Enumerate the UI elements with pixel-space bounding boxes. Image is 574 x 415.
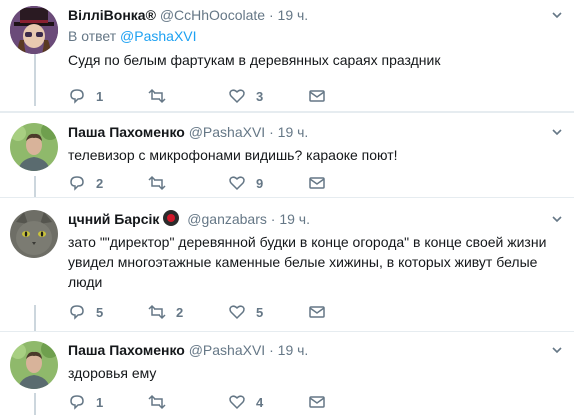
retweet-button[interactable] — [148, 173, 228, 193]
chevron-down-icon[interactable] — [550, 343, 564, 357]
chevron-down-icon[interactable] — [550, 212, 564, 226]
direct-message-button[interactable] — [308, 302, 388, 322]
separator-dot: · — [269, 124, 274, 140]
separator-dot: · — [269, 342, 274, 358]
timestamp[interactable]: 19 ч. — [278, 342, 309, 358]
reply-count: 2 — [96, 175, 104, 191]
tweet-actions: 5 2 5 — [68, 302, 388, 322]
tweet[interactable]: Паша Пахоменко @PashaXVI · 19 ч. телевиз… — [0, 112, 574, 198]
reply-count: 1 — [96, 88, 104, 104]
retweet-button[interactable] — [148, 86, 228, 106]
retweet-icon — [148, 175, 166, 191]
envelope-icon — [309, 177, 325, 189]
display-name[interactable]: Паша Пахоменко — [68, 124, 185, 140]
tweet-text: Судя по белым фартукам в деревянных сара… — [68, 52, 441, 68]
avatar[interactable] — [10, 341, 58, 389]
name-emoji: ® — [145, 7, 156, 23]
tweet-actions: 2 9 — [68, 173, 388, 193]
name-badge-icon — [163, 210, 180, 226]
direct-message-button[interactable] — [308, 173, 388, 193]
tweet-text: зато ""директор" деревянной будки в конц… — [68, 234, 547, 290]
display-name[interactable]: ВіллiВонка — [68, 7, 146, 23]
reply-button[interactable]: 1 — [68, 86, 148, 106]
tweet-header: Паша Пахоменко @PashaXVI · 19 ч. — [68, 123, 562, 141]
avatar[interactable] — [10, 210, 58, 258]
timestamp[interactable]: 19 ч. — [278, 124, 309, 140]
username[interactable]: @CcHhOocolate — [160, 7, 265, 23]
timestamp[interactable]: 19 ч. — [278, 7, 309, 23]
username[interactable]: @PashaXVI — [189, 124, 265, 140]
separator-dot: · — [268, 7, 274, 23]
timestamp[interactable]: 19 ч. — [279, 211, 310, 227]
retweet-count: 2 — [176, 304, 184, 320]
like-count: 9 — [256, 175, 264, 191]
direct-message-button[interactable] — [308, 86, 388, 106]
reply-icon — [70, 395, 84, 410]
reply-prefix: В ответ — [68, 28, 117, 44]
chevron-down-icon[interactable] — [550, 125, 564, 139]
chevron-down-icon[interactable] — [550, 8, 564, 22]
tweet-header: цчний Барсiк @ganzabars · 19 ч. — [68, 210, 562, 228]
tweet-text: телевизор с микрофонами видишь? караоке … — [68, 147, 398, 163]
heart-icon — [229, 89, 245, 104]
reply-button[interactable]: 2 — [68, 173, 148, 193]
heart-icon — [229, 176, 245, 191]
reply-button[interactable]: 1 — [68, 392, 148, 412]
reply-to-link[interactable]: @PashaXVI — [120, 28, 196, 44]
tweet[interactable]: цчний Барсiк @ganzabars · 19 ч. зато ""д… — [0, 198, 574, 332]
like-button[interactable]: 3 — [228, 86, 308, 106]
tweet-text: здоровья ему — [68, 365, 157, 381]
display-name[interactable]: цчний Барсiк — [68, 211, 159, 227]
reply-icon — [70, 89, 84, 104]
retweet-icon — [148, 304, 166, 320]
like-button[interactable]: 4 — [228, 392, 308, 412]
reply-button[interactable]: 5 — [68, 302, 148, 322]
retweet-button[interactable]: 2 — [148, 302, 228, 322]
display-name[interactable]: Паша Пахоменко — [68, 342, 185, 358]
retweet-button[interactable] — [148, 392, 228, 412]
tweet-actions: 1 3 — [68, 86, 388, 106]
tweet-actions: 1 4 — [68, 392, 388, 412]
envelope-icon — [309, 90, 325, 102]
heart-icon — [229, 305, 245, 320]
avatar[interactable] — [10, 123, 58, 171]
separator-dot: · — [270, 211, 276, 227]
tweet-header: Паша Пахоменко @PashaXVI · 19 ч. — [68, 341, 562, 359]
envelope-icon — [309, 306, 325, 318]
reply-icon — [70, 305, 84, 320]
retweet-icon — [148, 88, 166, 104]
heart-icon — [229, 395, 245, 410]
like-button[interactable]: 5 — [228, 302, 308, 322]
reply-count: 5 — [96, 304, 104, 320]
envelope-icon — [309, 396, 325, 408]
avatar[interactable] — [10, 6, 58, 54]
reply-count: 1 — [96, 394, 104, 410]
like-button[interactable]: 9 — [228, 173, 308, 193]
username[interactable]: @PashaXVI — [189, 342, 265, 358]
tweet-header: ВіллiВонка® @CcHhOocolate · 19 ч. — [68, 6, 562, 24]
reply-icon — [70, 176, 84, 191]
tweet[interactable]: Паша Пахоменко @PashaXVI · 19 ч. здоровь… — [0, 332, 574, 415]
retweet-icon — [148, 394, 166, 410]
like-count: 3 — [256, 88, 264, 104]
direct-message-button[interactable] — [308, 392, 388, 412]
like-count: 5 — [256, 304, 264, 320]
username[interactable]: @ganzabars — [187, 211, 267, 227]
like-count: 4 — [256, 394, 264, 410]
tweet[interactable]: ВіллiВонка® @CcHhOocolate · 19 ч. В отве… — [0, 0, 574, 112]
reply-context: В ответ @PashaXVI — [68, 27, 562, 45]
